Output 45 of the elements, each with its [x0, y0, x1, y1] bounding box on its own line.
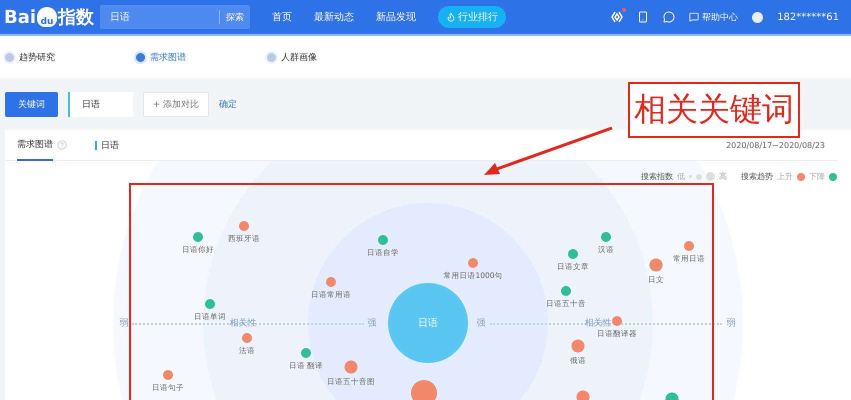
axis-label: 弱: [726, 318, 736, 330]
flame-icon: [446, 12, 456, 22]
nav-link[interactable]: 首页: [272, 10, 292, 24]
chat-icon[interactable]: [663, 11, 676, 23]
chat-bubble-icon: [689, 12, 700, 22]
legend-label: 下降: [809, 171, 825, 182]
search-button[interactable]: 探索: [219, 10, 250, 24]
confirm-link[interactable]: 确定: [219, 98, 237, 110]
axis-label: 相关性: [584, 317, 612, 330]
keyword-button[interactable]: 关键词: [5, 92, 58, 116]
user-name[interactable]: 182******61: [777, 12, 839, 22]
diamond-icon[interactable]: [611, 11, 624, 23]
help-icon[interactable]: [57, 140, 67, 150]
callout-label: 相关关键词: [628, 82, 800, 138]
legend-title: 搜索指数: [641, 171, 673, 182]
section-tab[interactable]: 需求图谱: [136, 50, 267, 64]
legend-title: 搜索趋势: [741, 171, 773, 182]
phone-icon[interactable]: [637, 11, 650, 23]
keyword-label: 日语: [101, 140, 119, 152]
keyword-field[interactable]: 日语: [68, 92, 133, 116]
nav-link[interactable]: 最新动态: [314, 10, 354, 24]
logo-text: Bai: [4, 6, 36, 28]
legend-dot: [829, 172, 837, 180]
add-compare-button[interactable]: + 添加对比: [143, 92, 209, 116]
section-tab[interactable]: 人群画像: [267, 50, 398, 64]
legend-dot: [797, 172, 805, 180]
axis-label: 弱: [120, 318, 128, 330]
chart-tab[interactable]: 需求图谱: [17, 130, 53, 160]
size-dot: [689, 175, 692, 178]
section-tab[interactable]: 趋势研究: [5, 50, 136, 64]
axis-label: 相关性: [230, 317, 256, 330]
paw-logo: du: [37, 7, 58, 27]
legend-label: 低: [677, 171, 685, 182]
help-link[interactable]: 帮助中心: [689, 10, 738, 24]
size-dot: [706, 172, 715, 181]
date-range: 2020/08/17~2020/08/23: [726, 140, 825, 150]
nav-link[interactable]: 新品发现: [376, 10, 416, 24]
axis-label: 强: [368, 317, 376, 330]
nav-pill[interactable]: 行业排行: [438, 6, 506, 28]
search-field[interactable]: 日语 探索: [100, 5, 250, 29]
legend-label: 高: [719, 171, 727, 182]
avatar[interactable]: [752, 12, 764, 22]
axis-label: 强: [476, 317, 486, 330]
legend-label: 上升: [777, 171, 793, 182]
logo-text: 指数: [58, 6, 94, 29]
